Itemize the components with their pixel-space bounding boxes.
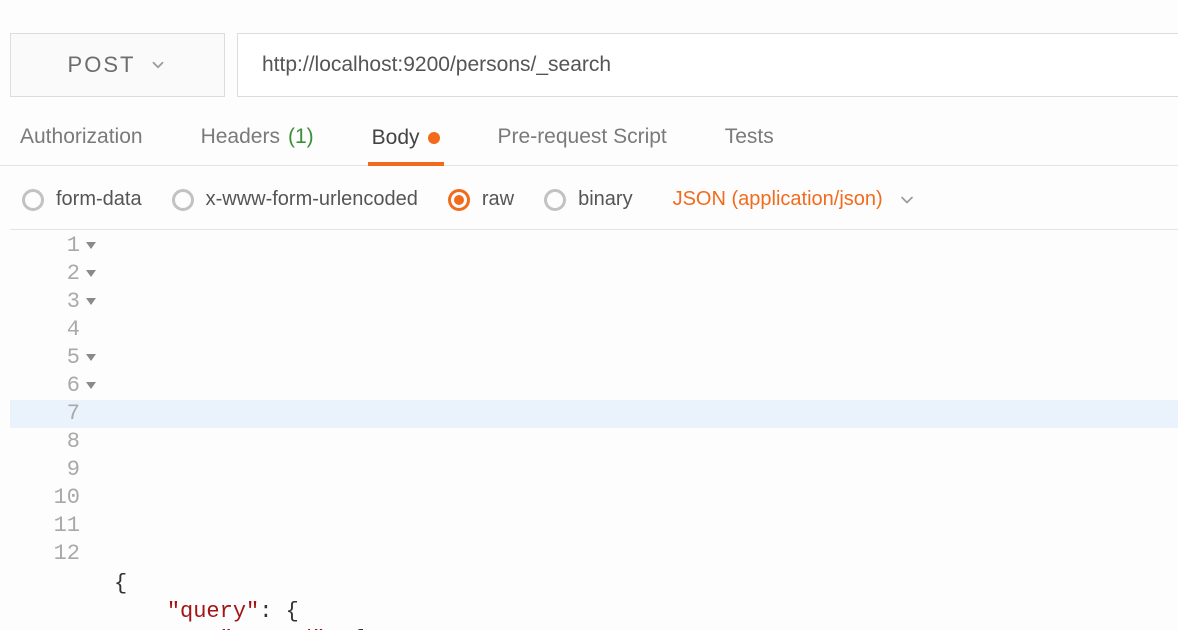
tab-authorization[interactable]: Authorization — [16, 125, 147, 165]
line-number: 5 — [10, 344, 100, 372]
line-number: 8 — [10, 428, 100, 456]
request-tabs: Authorization Headers (1) Body Pre-reque… — [0, 97, 1178, 166]
body-type-row: form-data x-www-form-urlencoded raw bina… — [0, 166, 1178, 229]
editor-code[interactable]: { "query": { "nested": { "path": "addres… — [10, 568, 1178, 630]
tab-body[interactable]: Body — [368, 126, 444, 166]
unsaved-dot-icon — [428, 132, 440, 144]
line-highlight — [10, 400, 1178, 428]
line-number: 12 — [10, 540, 100, 568]
radio-form-data-label: form-data — [56, 188, 142, 211]
radio-binary[interactable]: binary — [544, 188, 632, 211]
line-number: 6 — [10, 372, 100, 400]
tab-headers[interactable]: Headers (1) — [197, 125, 318, 165]
radio-binary-label: binary — [578, 188, 632, 211]
content-type-label: JSON (application/json) — [673, 188, 883, 211]
radio-icon — [448, 189, 470, 211]
line-number: 3 — [10, 288, 100, 316]
json-punct: : { — [259, 599, 299, 624]
line-number: 2 — [10, 260, 100, 288]
line-number: 11 — [10, 512, 100, 540]
line-number: 1 — [10, 232, 100, 260]
tab-tests-label: Tests — [725, 125, 774, 149]
tab-prerequest-label: Pre-request Script — [498, 125, 667, 149]
tab-headers-count: (1) — [288, 125, 314, 149]
editor-gutter: 123456789101112 — [10, 230, 100, 568]
json-key: "query" — [167, 599, 259, 624]
http-method-select[interactable]: POST — [10, 33, 225, 97]
radio-icon — [172, 189, 194, 211]
chevron-down-icon — [897, 190, 917, 210]
http-method-label: POST — [68, 52, 136, 78]
radio-urlencoded[interactable]: x-www-form-urlencoded — [172, 188, 418, 211]
request-row: POST http://localhost:9200/persons/_sear… — [0, 0, 1178, 97]
code-line[interactable]: "query": { — [114, 598, 1178, 626]
line-number: 4 — [10, 316, 100, 344]
line-number: 9 — [10, 456, 100, 484]
json-punct: { — [114, 571, 127, 596]
tab-headers-label: Headers — [201, 125, 280, 149]
line-number: 10 — [10, 484, 100, 512]
code-editor[interactable]: 123456789101112 { "query": { "nested": {… — [10, 229, 1178, 630]
radio-raw[interactable]: raw — [448, 188, 514, 211]
chevron-down-icon — [149, 56, 167, 74]
tab-prerequest-script[interactable]: Pre-request Script — [494, 125, 671, 165]
code-line[interactable]: { — [114, 570, 1178, 598]
radio-icon — [544, 189, 566, 211]
url-input[interactable]: http://localhost:9200/persons/_search — [237, 33, 1178, 97]
radio-urlencoded-label: x-www-form-urlencoded — [206, 188, 418, 211]
line-number: 7 — [10, 400, 100, 428]
radio-form-data[interactable]: form-data — [22, 188, 142, 211]
content-type-select[interactable]: JSON (application/json) — [673, 188, 917, 211]
radio-raw-label: raw — [482, 188, 514, 211]
tab-authorization-label: Authorization — [20, 125, 143, 149]
url-value: http://localhost:9200/persons/_search — [262, 53, 611, 77]
radio-icon — [22, 189, 44, 211]
tab-tests[interactable]: Tests — [721, 125, 778, 165]
code-line[interactable]: "nested": { — [114, 626, 1178, 630]
tab-body-label: Body — [372, 126, 420, 150]
